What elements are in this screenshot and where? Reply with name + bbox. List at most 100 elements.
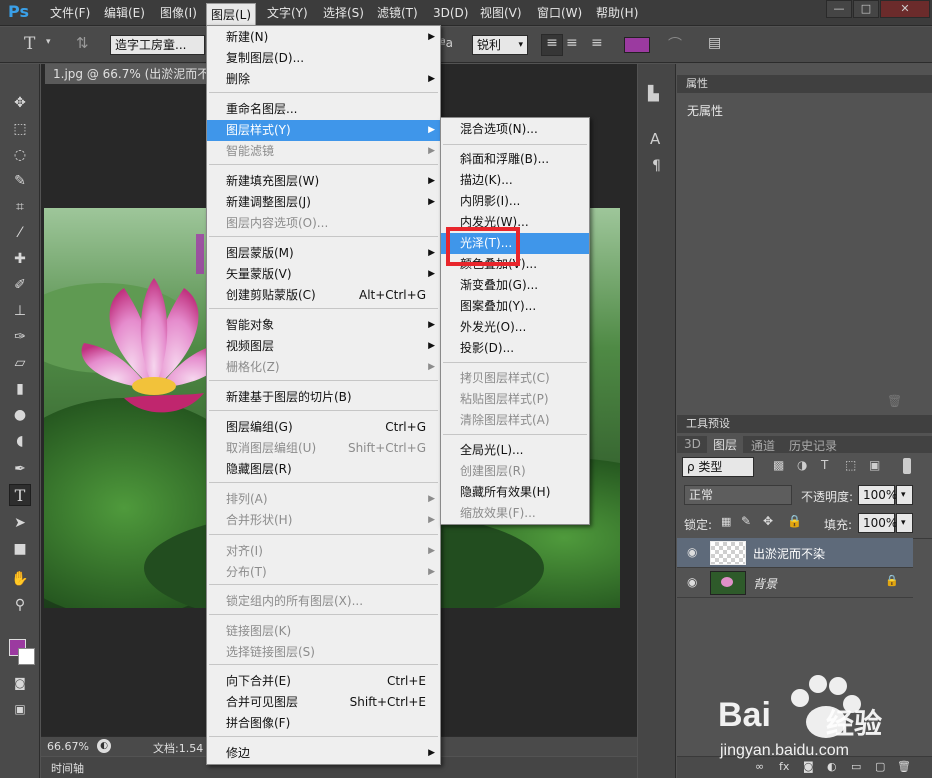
chevron-down-icon[interactable]: ▾: [896, 513, 913, 533]
character-panel-icon[interactable]: A: [650, 130, 660, 148]
layer-style-menu-item[interactable]: 粘贴图层样式(P): [441, 389, 589, 410]
move-tool-icon[interactable]: ✥: [9, 92, 31, 114]
menu-window[interactable]: 窗口(W): [533, 4, 586, 23]
layer-menu-item[interactable]: 合并可见图层 Shift+Ctrl+E: [207, 692, 440, 713]
layer-style-menu-item[interactable]: 混合选项(N)...: [441, 119, 589, 140]
layer-menu-item[interactable]: 向下合并(E) Ctrl+E: [207, 671, 440, 692]
hand-tool-icon[interactable]: ✋: [9, 568, 31, 590]
menu-image[interactable]: 图像(I): [156, 4, 201, 23]
chevron-down-icon[interactable]: ▾: [896, 485, 913, 505]
type-tool-icon[interactable]: T: [24, 34, 35, 54]
antialias-select[interactable]: 锐利 ▾: [472, 35, 528, 55]
layer-style-menu-item[interactable]: 渐变叠加(G)...: [441, 275, 589, 296]
layer-menu-item[interactable]: 图层蒙版(M) ▶: [207, 243, 440, 264]
layer-style-menu-item[interactable]: 描边(K)...: [441, 170, 589, 191]
layer-style-menu-item[interactable]: 投影(D)...: [441, 338, 589, 359]
layer-name[interactable]: 出淤泥而不染: [753, 545, 825, 562]
layer-menu-item[interactable]: 栅格化(Z) ▶: [207, 357, 440, 378]
crop-tool-icon[interactable]: ⌗: [9, 196, 31, 218]
layer-menu-item[interactable]: 隐藏图层(R): [207, 459, 440, 480]
dodge-tool-icon[interactable]: ◖: [9, 430, 31, 452]
align-left-icon[interactable]: ≡: [541, 34, 563, 56]
brush-tool-icon[interactable]: ✐: [9, 274, 31, 296]
menu-select[interactable]: 选择(S): [319, 4, 368, 23]
chevron-down-icon[interactable]: ▾: [46, 37, 51, 47]
menu-file[interactable]: 文件(F): [46, 4, 94, 23]
layer-style-menu-item[interactable]: 拷贝图层样式(C): [441, 368, 589, 389]
paragraph-panel-icon[interactable]: ¶: [652, 158, 661, 174]
zoom-level[interactable]: 66.67%: [47, 740, 89, 753]
layer-menu-item[interactable]: 对齐(I) ▶: [207, 541, 440, 562]
layer-menu-item[interactable]: 新建调整图层(J) ▶: [207, 192, 440, 213]
layer-menu-item[interactable]: 锁定组内的所有图层(X)...: [207, 591, 440, 612]
menu-type[interactable]: 文字(Y): [263, 4, 312, 23]
lock-position-icon[interactable]: ✥: [763, 514, 773, 528]
menu-view[interactable]: 视图(V): [476, 4, 526, 23]
layer-menu-item[interactable]: 新建填充图层(W) ▶: [207, 171, 440, 192]
tab-layers[interactable]: 图层: [707, 436, 743, 453]
layer-style-menu-item[interactable]: 隐藏所有效果(H): [441, 482, 589, 503]
layer-menu-item[interactable]: 视频图层 ▶: [207, 336, 440, 357]
minimize-button[interactable]: —: [826, 0, 852, 18]
history-brush-tool-icon[interactable]: ✑: [9, 326, 31, 348]
layer-menu-item[interactable]: 复制图层(D)...: [207, 48, 440, 69]
layer-style-menu-item[interactable]: 图案叠加(Y)...: [441, 296, 589, 317]
layer-menu-item[interactable]: 智能滤镜 ▶: [207, 141, 440, 162]
layer-menu-item[interactable]: 选择链接图层(S): [207, 642, 440, 663]
layer-menu-item[interactable]: 图层样式(Y) ▶: [207, 120, 440, 141]
fill-input[interactable]: 100%: [858, 513, 897, 533]
layer-menu-item[interactable]: 新建基于图层的切片(B): [207, 387, 440, 408]
properties-panel-title[interactable]: 属性: [677, 75, 932, 93]
eyedropper-tool-icon[interactable]: ⁄: [9, 222, 31, 244]
layer-menu-item[interactable]: 排列(A) ▶: [207, 489, 440, 510]
font-family-select[interactable]: 造字工房童...: [110, 35, 205, 55]
layer-menu-item[interactable]: 新建(N) ▶: [207, 27, 440, 48]
maximize-button[interactable]: □: [853, 0, 879, 18]
eye-icon[interactable]: ◉: [687, 545, 697, 559]
filter-type-icon[interactable]: T: [821, 458, 828, 472]
healing-brush-tool-icon[interactable]: ✚: [9, 248, 31, 270]
menu-edit[interactable]: 编辑(E): [100, 4, 149, 23]
type-tool-icon[interactable]: T: [9, 484, 31, 506]
warp-text-icon[interactable]: ⌒: [668, 34, 682, 54]
close-button[interactable]: ✕: [880, 0, 930, 18]
layer-name[interactable]: 背景: [753, 575, 777, 592]
filter-smart-icon[interactable]: ▣: [869, 458, 880, 472]
lasso-tool-icon[interactable]: ◌: [9, 144, 31, 166]
history-panel-icon[interactable]: ▙: [648, 86, 659, 102]
quick-mask-icon[interactable]: ◙: [9, 672, 31, 694]
lock-transparent-icon[interactable]: ▦: [721, 515, 731, 528]
marquee-tool-icon[interactable]: ⬚: [9, 118, 31, 140]
layer-menu-item[interactable]: 图层内容选项(O)...: [207, 213, 440, 234]
screen-mode-icon[interactable]: ▣: [9, 698, 31, 720]
layer-menu-item[interactable]: 合并形状(H) ▶: [207, 510, 440, 531]
filter-shape-icon[interactable]: ⬚: [845, 458, 856, 472]
layer-style-menu-item[interactable]: 清除图层样式(A): [441, 410, 589, 431]
tab-history[interactable]: 历史记录: [789, 437, 837, 454]
layer-menu-item[interactable]: 重命名图层...: [207, 99, 440, 120]
menu-3d[interactable]: 3D(D): [429, 4, 472, 23]
quick-select-tool-icon[interactable]: ✎: [9, 170, 31, 192]
gradient-tool-icon[interactable]: ▮: [9, 378, 31, 400]
tab-channels[interactable]: 通道: [751, 437, 775, 454]
filter-adjust-icon[interactable]: ◑: [797, 458, 807, 472]
zoom-tool-icon[interactable]: ⚲: [9, 594, 31, 616]
layer-menu-item[interactable]: 链接图层(K): [207, 621, 440, 642]
trash-icon[interactable]: 🗑: [887, 394, 902, 408]
stamp-tool-icon[interactable]: ⊥: [9, 300, 31, 322]
menu-help[interactable]: 帮助(H): [592, 4, 642, 23]
layer-menu-item[interactable]: 拼合图像(F): [207, 713, 440, 734]
lock-all-icon[interactable]: 🔒: [787, 514, 802, 528]
align-center-icon[interactable]: ≡: [566, 35, 578, 51]
path-select-tool-icon[interactable]: ➤: [9, 512, 31, 534]
doc-info-icon[interactable]: ◐: [97, 739, 111, 753]
layer-row-text[interactable]: ◉ 出淤泥而不染: [677, 538, 913, 568]
layer-menu-item[interactable]: 矢量蒙版(V) ▶: [207, 264, 440, 285]
opacity-input[interactable]: 100%: [858, 485, 897, 505]
align-right-icon[interactable]: ≡: [591, 35, 603, 51]
layer-style-menu-item[interactable]: 全局光(L)...: [441, 440, 589, 461]
eye-icon[interactable]: ◉: [687, 575, 697, 589]
layer-menu-item[interactable]: 取消图层编组(U) Shift+Ctrl+G: [207, 438, 440, 459]
layer-menu-item[interactable]: 创建剪贴蒙版(C) Alt+Ctrl+G: [207, 285, 440, 306]
layer-menu-item[interactable]: 智能对象 ▶: [207, 315, 440, 336]
